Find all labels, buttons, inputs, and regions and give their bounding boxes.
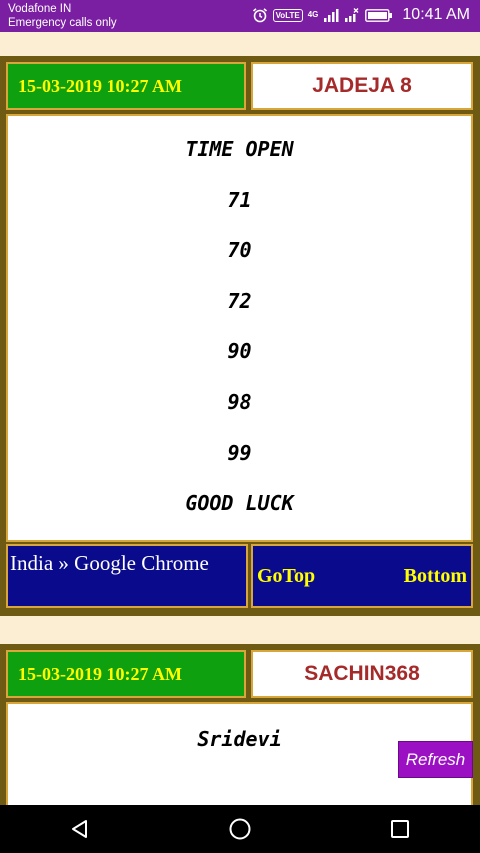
post-line: 70 [227,238,252,263]
status-bar: Vodafone IN Emergency calls only VoLTE 4… [0,0,480,32]
network-type-4g: 4G [307,10,319,19]
home-circle-icon [229,818,251,840]
volte-icon: VoLTE [272,8,303,22]
recents-button[interactable] [370,805,430,853]
post-line: 98 [227,389,252,414]
carrier-info: Vodafone IN Emergency calls only [8,2,117,30]
home-button[interactable] [210,805,270,853]
post-date: 15-03-2019 10:27 AM [6,650,246,698]
post-author[interactable]: SACHIN368 [251,650,473,698]
post-line: GOOD LUCK [185,491,294,516]
battery-icon [365,8,393,22]
post-line: 90 [227,339,252,364]
status-icons: VoLTE 4G 10:41 AM [252,6,470,24]
refresh-button[interactable]: Refresh [398,741,473,778]
post-date: 15-03-2019 10:27 AM [6,62,246,110]
post-card: 15-03-2019 10:27 AM SACHIN368 Sridevi [0,644,480,814]
carrier-subtext: Emergency calls only [8,17,117,29]
navigation-bar [0,805,480,853]
post-line: 71 [227,187,252,212]
alarm-icon [252,8,267,23]
post-line: TIME OPEN [185,137,294,161]
scroll-nav: GoTop Bottom [251,544,473,608]
back-triangle-icon [72,820,87,838]
back-button[interactable] [50,805,110,853]
carrier-name: Vodafone IN [8,3,72,15]
bottom-link[interactable]: Bottom [404,565,467,588]
post-body: TIME OPEN 71 70 72 90 98 99 GOOD LUCK [6,114,473,542]
browser-info: India » Google Chrome [6,544,248,608]
post-card: 15-03-2019 10:27 AM JADEJA 8 TIME OPEN 7… [0,56,480,616]
post-line: 99 [227,440,252,465]
post-line: 72 [227,288,252,313]
gotop-link[interactable]: GoTop [257,565,315,588]
signal-icon [324,9,339,22]
post-author[interactable]: JADEJA 8 [251,62,473,110]
clock: 10:41 AM [402,6,470,23]
signal-no-sim-icon [345,8,359,22]
recents-square-icon [391,820,409,838]
